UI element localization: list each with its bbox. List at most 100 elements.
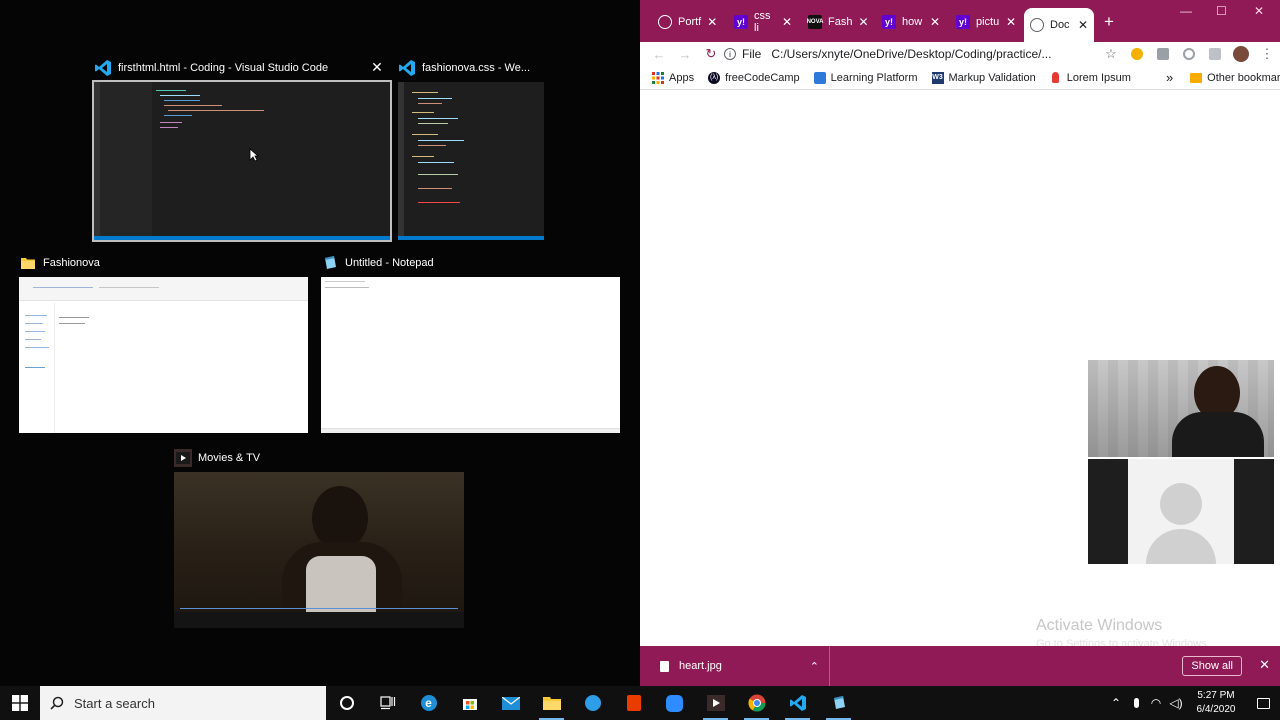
extension-icon-2[interactable] (1176, 42, 1202, 66)
start-button[interactable] (0, 686, 40, 720)
tab-portfolio[interactable]: Portf ✕ (652, 9, 722, 35)
activate-title: Activate Windows (1036, 617, 1163, 634)
bookmark-label: Lorem Ipsum (1066, 71, 1131, 84)
back-icon[interactable]: ← (646, 42, 672, 66)
info-icon: i (724, 48, 736, 60)
menu-icon[interactable]: ⋮ (1254, 42, 1280, 66)
download-item[interactable]: heart.jpg ⌃ (640, 646, 830, 686)
task-view-window-movies[interactable]: Movies & TV (174, 446, 464, 628)
browser-window: Portf ✕ y! css li ✕ NOVA Fash ✕ y! how ✕… (640, 0, 1280, 686)
freecodecamp-icon: (λ) (708, 71, 721, 84)
close-icon[interactable]: ✕ (858, 15, 868, 29)
close-icon[interactable]: ✕ (1078, 18, 1088, 32)
show-all-button[interactable]: Show all (1182, 656, 1242, 676)
task-view-window-vscode-firsthtml[interactable]: firsthtml.html - Coding - Visual Studio … (92, 56, 392, 242)
file-explorer-icon[interactable] (531, 686, 572, 720)
vscode-taskbar-icon[interactable] (777, 686, 818, 720)
microphone-icon[interactable] (1126, 698, 1146, 708)
chrome-icon[interactable] (736, 686, 777, 720)
notepad-icon (321, 254, 339, 272)
notepad-taskbar-icon[interactable] (818, 686, 859, 720)
bookmark-apps[interactable]: Apps (640, 71, 701, 84)
close-icon[interactable]: ✕ (1259, 657, 1270, 673)
new-tab-button[interactable]: + (1104, 12, 1114, 32)
clock[interactable]: 5:27 PM 6/4/2020 (1186, 689, 1246, 717)
tab-pictures[interactable]: y! pictu ✕ (950, 9, 1022, 35)
profile-avatar[interactable] (1228, 42, 1254, 66)
tab-label: Fash (828, 16, 853, 28)
bookmark-label: Markup Validation (948, 71, 1036, 84)
address-bar[interactable]: i File C:/Users/xnyte/OneDrive/Desktop/C… (724, 42, 1098, 66)
movies-tv-icon[interactable] (695, 686, 736, 720)
window-close-icon[interactable]: ✕ (1254, 4, 1264, 18)
minimize-icon[interactable]: — (1180, 4, 1192, 18)
system-tray: ⌃ ◠ ◁) 5:27 PM 6/4/2020 (1106, 686, 1280, 720)
yahoo-icon: y! (882, 15, 896, 29)
chevron-up-icon[interactable]: ⌃ (1106, 696, 1126, 710)
tab-strip: Portf ✕ y! css li ✕ NOVA Fash ✕ y! how ✕… (640, 0, 1280, 42)
notifications-icon[interactable] (1246, 697, 1280, 709)
office-icon[interactable] (613, 686, 654, 720)
task-view-icon[interactable] (367, 686, 408, 720)
vscode-icon (94, 59, 112, 77)
webcam-placeholder (1088, 459, 1274, 564)
tab-document-active[interactable]: Doc ✕ (1024, 8, 1094, 42)
extension-icon[interactable] (1150, 42, 1176, 66)
reload-icon[interactable]: ↻ (698, 42, 724, 66)
tab-label: Doc (1050, 19, 1070, 31)
address-url[interactable]: C:/Users/xnyte/OneDrive/Desktop/Coding/p… (771, 47, 1051, 61)
pinned-app-icon[interactable] (572, 686, 613, 720)
taskbar-search[interactable]: Start a search (40, 686, 326, 720)
tab-how[interactable]: y! how ✕ (876, 9, 946, 35)
task-view-window-vscode-fashionova[interactable]: fashionova.css - We... (398, 56, 544, 242)
edge-icon[interactable]: e (408, 686, 449, 720)
webcam-overlay (1088, 360, 1274, 564)
mouse-cursor-icon (249, 148, 259, 162)
tab-fashionova[interactable]: NOVA Fash ✕ (802, 9, 872, 35)
window-thumbnail (321, 277, 620, 433)
folder-icon (19, 254, 37, 272)
store-icon[interactable] (449, 686, 490, 720)
search-icon (50, 696, 64, 710)
bookmark-learning-platform[interactable]: Learning Platform (807, 71, 925, 84)
volume-icon[interactable]: ◁) (1166, 696, 1186, 710)
star-icon[interactable]: ☆ (1098, 42, 1124, 66)
cortana-icon[interactable] (326, 686, 367, 720)
bookmarks-overflow-button[interactable]: » (1166, 70, 1173, 85)
folder-icon (1190, 72, 1203, 84)
task-view-window-explorer[interactable]: Fashionova (19, 251, 308, 433)
forward-icon[interactable]: → (672, 42, 698, 66)
taskbar: Start a search e ⌃ ◠ ◁) 5:27 PM 6/4/2020 (0, 686, 1280, 720)
extension-icon-3[interactable] (1202, 42, 1228, 66)
bookmark-lorem-ipsum[interactable]: Lorem Ipsum (1043, 72, 1138, 84)
window-thumbnail (19, 277, 308, 433)
tab-label: Portf (678, 16, 702, 28)
chevron-up-icon[interactable]: ⌃ (810, 660, 819, 673)
tab-label: pictu (976, 16, 1000, 28)
wifi-icon[interactable]: ◠ (1146, 696, 1166, 710)
close-icon[interactable]: ✕ (1006, 15, 1016, 29)
window-thumbnail (92, 80, 392, 242)
bookmark-freecodecamp[interactable]: (λ) freeCodeCamp (701, 71, 807, 84)
close-icon[interactable]: ✕ (368, 58, 386, 76)
task-view-window-notepad[interactable]: Untitled - Notepad (321, 251, 620, 433)
window-title: firsthtml.html - Coding - Visual Studio … (118, 62, 329, 74)
extension-search-icon[interactable] (1124, 42, 1150, 66)
mail-icon[interactable] (490, 686, 531, 720)
close-icon[interactable]: ✕ (707, 15, 717, 29)
maximize-icon[interactable]: ☐ (1216, 4, 1227, 18)
tab-label: how (902, 16, 923, 28)
yahoo-icon: y! (734, 15, 748, 29)
close-icon[interactable]: ✕ (782, 15, 792, 29)
tab-css[interactable]: y! css li ✕ (728, 9, 798, 35)
close-icon[interactable]: ✕ (930, 15, 940, 29)
window-title: Untitled - Notepad (345, 257, 434, 269)
window-title: Movies & TV (198, 452, 261, 464)
globe-icon (658, 15, 672, 29)
browser-toolbar: ← → ↻ i File C:/Users/xnyte/OneDrive/Des… (640, 42, 1280, 66)
bookmark-other[interactable]: Other bookmarks (1183, 72, 1280, 84)
clock-time: 5:27 PM (1197, 690, 1235, 701)
downloads-bar: heart.jpg ⌃ Show all ✕ (640, 646, 1280, 686)
zoom-icon[interactable] (654, 686, 695, 720)
bookmark-markup-validation[interactable]: W3 Markup Validation (925, 71, 1043, 84)
